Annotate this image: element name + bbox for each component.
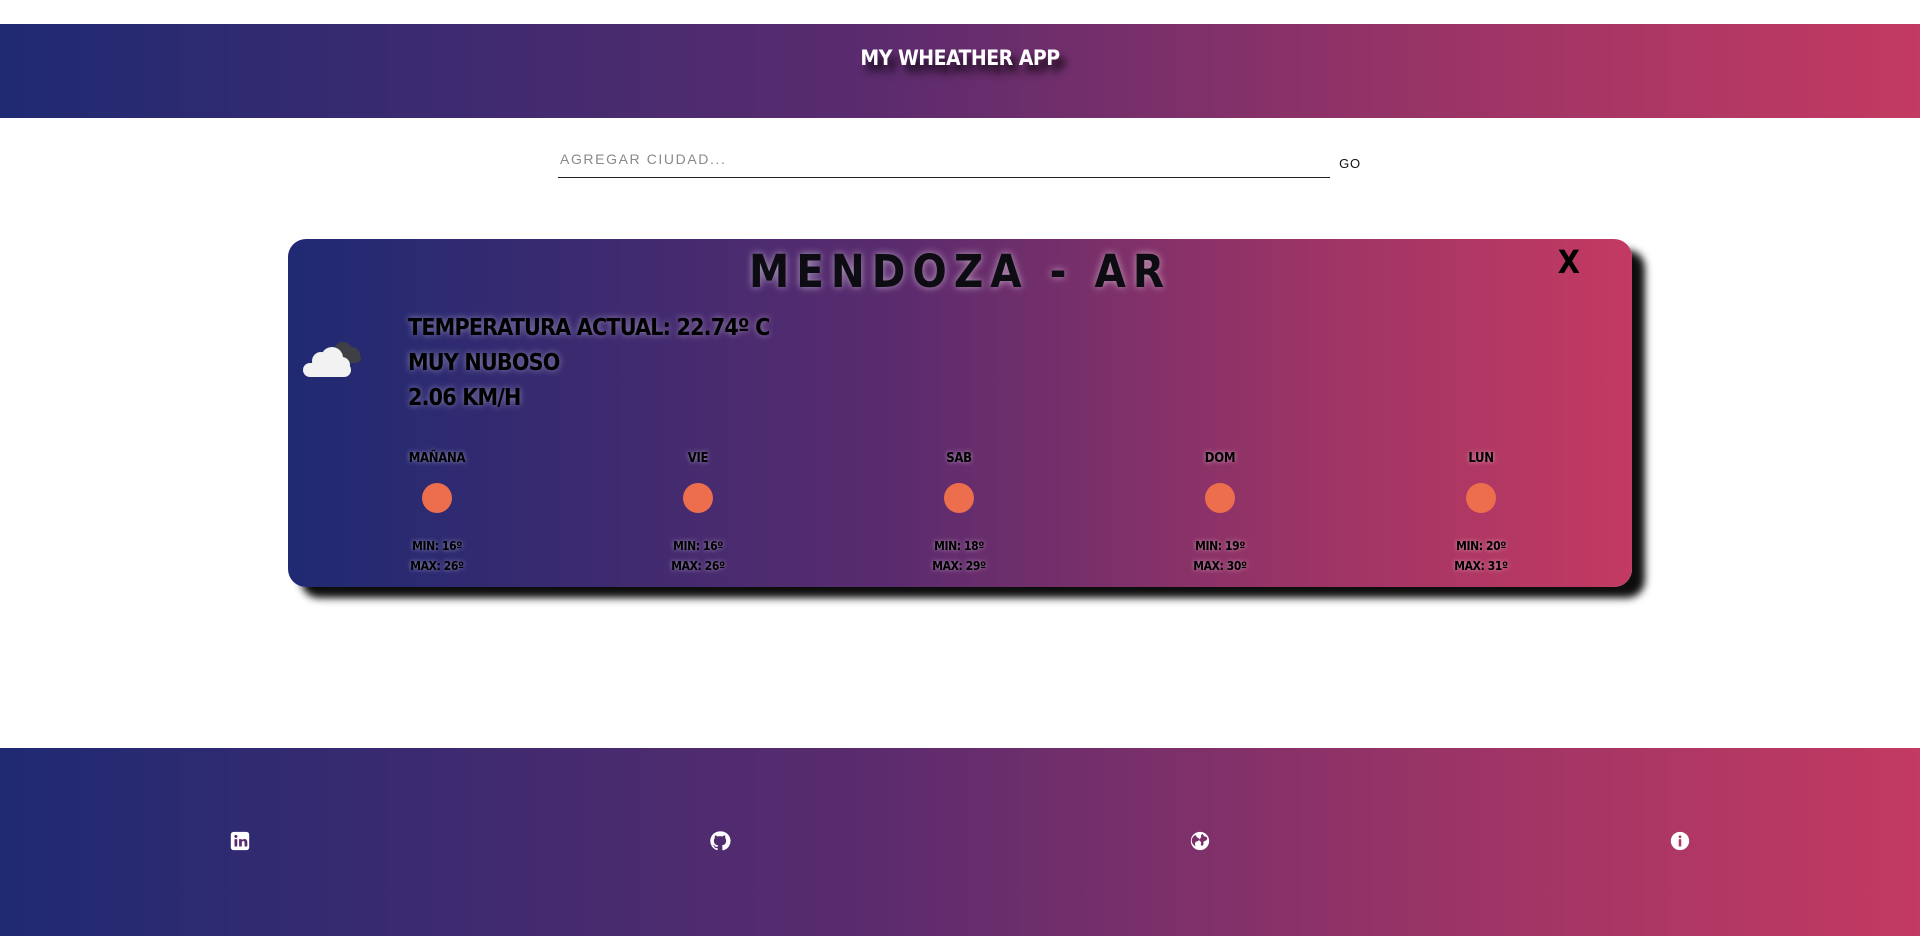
wind-speed: 2.06 KM/H (408, 385, 521, 411)
info-icon (1670, 831, 1690, 851)
info-link[interactable] (1669, 830, 1691, 852)
forecast-min-temp: MIN: 20º (1456, 539, 1506, 553)
cloud-icon (303, 342, 361, 377)
forecast-max-temp: MAX: 26º (671, 559, 725, 573)
city-title: MENDOZA - AR (748, 245, 1172, 298)
forecast-max-temp: MAX: 26º (410, 559, 464, 573)
forecast-day-label: SAB (946, 451, 972, 466)
forecast-day-label: LUN (1468, 451, 1494, 466)
city-search-input[interactable] (558, 140, 1330, 178)
forecast-min-temp: MIN: 16º (673, 539, 723, 553)
app-title: MY WHEATHER APP (860, 46, 1060, 70)
forecast-max-temp: MAX: 30º (1193, 559, 1247, 573)
sun-icon (1466, 483, 1496, 513)
forecast-max-temp: MAX: 29º (932, 559, 986, 573)
sun-icon (683, 483, 713, 513)
forecast-min-temp: MIN: 16º (412, 539, 462, 553)
weather-card: MENDOZA - AR X TEMPERATURA ACTUAL: 22.74… (288, 239, 1632, 587)
linkedin-link[interactable] (229, 830, 251, 852)
globe-icon (1190, 831, 1210, 851)
forecast-day-label: DOM (1204, 451, 1236, 466)
app-header: MY WHEATHER APP (0, 24, 1920, 118)
forecast-day-label: VIE (687, 451, 709, 466)
github-icon (710, 831, 731, 851)
go-button[interactable]: GO (1336, 153, 1364, 173)
github-link[interactable] (709, 830, 731, 852)
forecast-max-temp: MAX: 31º (1454, 559, 1508, 573)
website-link[interactable] (1189, 830, 1211, 852)
close-card-button[interactable]: X (1558, 243, 1580, 281)
weather-description: MUY NUBOSO (408, 350, 560, 376)
current-temperature: TEMPERATURA ACTUAL: 22.74º C (408, 315, 770, 341)
sun-icon (944, 483, 974, 513)
sun-icon (1205, 483, 1235, 513)
linkedin-icon (230, 831, 250, 851)
forecast-day-label: MAÑANA (408, 451, 466, 466)
forecast-min-temp: MIN: 18º (934, 539, 984, 553)
sun-icon (422, 483, 452, 513)
app-footer (0, 748, 1920, 936)
forecast-min-temp: MIN: 19º (1195, 539, 1245, 553)
